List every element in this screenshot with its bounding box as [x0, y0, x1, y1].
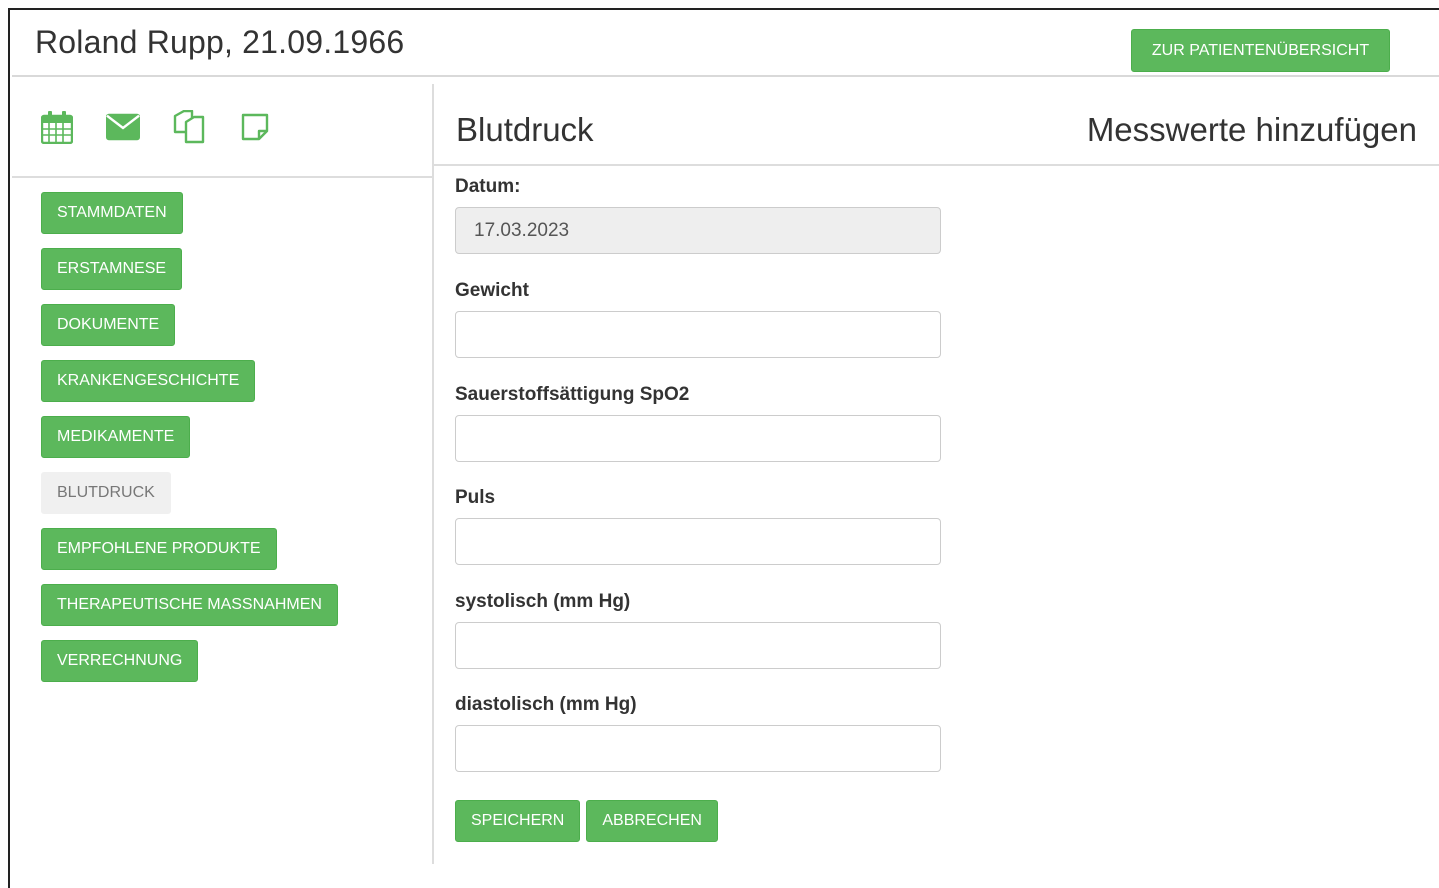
gewicht-field[interactable]	[455, 311, 941, 358]
envelope-icon[interactable]	[106, 110, 140, 144]
section-subtitle: Messwerte hinzufügen	[1086, 111, 1417, 148]
sidebar-toolbar	[40, 110, 272, 144]
sidebar-item-verrechnung[interactable]: VERRECHNUNG	[41, 640, 199, 682]
gewicht-label: Gewicht	[455, 280, 529, 301]
sidebar-item-erstamnese[interactable]: ERSTAMNESE	[41, 248, 183, 290]
spo2-label: Sauerstoffsättigung SpO2	[455, 384, 690, 405]
sidebar-vertical-divider	[432, 84, 434, 864]
sidebar-item-medikamente[interactable]: MEDIKAMENTE	[41, 416, 191, 458]
systolisch-label: systolisch (mm Hg)	[455, 591, 631, 612]
datum-field[interactable]	[455, 207, 941, 254]
patient-overview-button[interactable]: ZUR PATIENTENÜBERSICHT	[1131, 29, 1390, 72]
sidebar-item-stammdaten[interactable]: STAMMDATEN	[41, 192, 183, 234]
sidebar-divider	[12, 176, 432, 178]
section-title: Blutdruck	[456, 111, 594, 148]
note-icon[interactable]	[238, 110, 272, 144]
puls-label: Puls	[455, 487, 496, 508]
copy-icon[interactable]	[172, 110, 206, 144]
diastolisch-field[interactable]	[455, 725, 941, 772]
datum-label: Datum:	[455, 176, 521, 197]
sidebar-nav: STAMMDATEN ERSTAMNESE DOKUMENTE KRANKENG…	[41, 192, 338, 682]
diastolisch-label: diastolisch (mm Hg)	[455, 694, 637, 715]
sidebar-item-therapeutische-massnahmen[interactable]: THERAPEUTISCHE MASSNAHMEN	[41, 584, 338, 626]
patient-title: Roland Rupp, 21.09.1966	[35, 24, 405, 60]
systolisch-field[interactable]	[455, 622, 941, 669]
content-divider	[434, 164, 1439, 166]
sidebar-item-empfohlene-produkte[interactable]: EMPFOHLENE PRODUKTE	[41, 528, 277, 570]
sidebar-item-krankengeschichte[interactable]: KRANKENGESCHICHTE	[41, 360, 256, 402]
calendar-icon[interactable]	[40, 110, 74, 144]
spo2-field[interactable]	[455, 415, 941, 462]
cancel-button[interactable]: ABBRECHEN	[586, 800, 718, 842]
puls-field[interactable]	[455, 518, 941, 565]
sidebar-item-blutdruck[interactable]: BLUTDRUCK	[41, 472, 171, 514]
save-button[interactable]: SPEICHERN	[455, 800, 581, 842]
form-actions: SPEICHERN ABBRECHEN	[455, 800, 718, 842]
header-divider	[12, 75, 1439, 77]
sidebar-item-dokumente[interactable]: DOKUMENTE	[41, 304, 176, 346]
